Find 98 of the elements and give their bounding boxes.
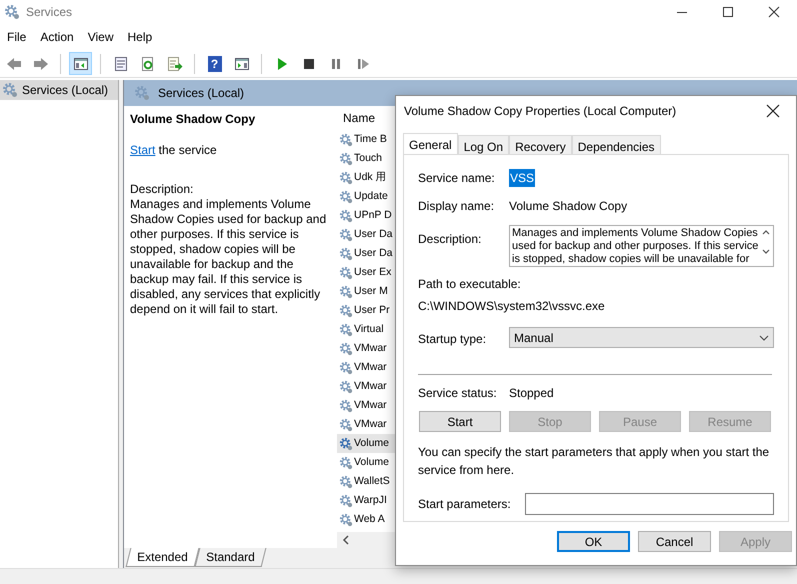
gear-icon (134, 85, 150, 101)
service-row[interactable]: Update (337, 187, 398, 206)
refresh-icon (140, 56, 156, 72)
window-title: Services (26, 4, 72, 21)
dialog-tab[interactable]: Log On (458, 135, 510, 154)
gear-icon (339, 132, 353, 146)
startup-type-dropdown[interactable]: Manual (509, 327, 774, 348)
service-row[interactable]: Time B (337, 130, 398, 149)
gear-icon (339, 152, 353, 166)
service-row[interactable]: Web A (337, 510, 398, 529)
gear-icon (339, 360, 353, 374)
export-list-icon (166, 56, 182, 72)
gear-icon (339, 436, 353, 450)
service-row[interactable]: Touch (337, 149, 398, 168)
menu-item[interactable]: File (0, 26, 34, 48)
gear-icon (339, 284, 353, 298)
display-name-value: Volume Shadow Copy (509, 198, 628, 215)
path-value: C:\WINDOWS\system32\vssvc.exe (418, 298, 606, 315)
dialog-button[interactable]: OK (557, 531, 630, 552)
action-sentence: Start the service (130, 143, 218, 158)
close-icon (766, 104, 780, 118)
help-button[interactable]: ? (203, 52, 226, 75)
field-label: Service status: (418, 385, 498, 402)
view-tab[interactable]: Extended (126, 548, 200, 567)
service-row[interactable]: WalletS (337, 472, 398, 491)
gear-icon (339, 380, 353, 394)
service-row[interactable]: Udk 用 (337, 168, 398, 187)
gear-icon (339, 170, 353, 184)
gear-icon (339, 304, 353, 318)
field-label: Service name: (418, 170, 496, 187)
service-row[interactable]: Volume (337, 434, 398, 453)
description-box[interactable]: Manages and implements Volume Shadow Copies used for backup and other purposes. If this service is stopped, shadow copies will be unavailable for (509, 225, 774, 267)
service-name-value[interactable]: VSS (509, 169, 536, 187)
pane-window-icon (72, 56, 88, 72)
description-label: Description: (130, 182, 194, 197)
service-row[interactable]: VMwar (337, 358, 398, 377)
menu-item[interactable]: View (80, 26, 120, 48)
field-label: Startup type: (418, 331, 488, 348)
description-text: Manages and implements Volume Shadow Copies used for backup and other purposes. If this service is stopped, shadow copies will be unavailable for backup and the backup may fail. If this service is disabled, any services that explicitly depend on it will fail to start. (130, 197, 328, 317)
back-arrow-icon (6, 56, 22, 72)
service-row[interactable]: VMwar (337, 377, 398, 396)
service-row[interactable]: Volume (337, 453, 398, 472)
gear-icon (339, 228, 353, 242)
service-row[interactable]: User M (337, 282, 398, 301)
service-row[interactable]: VMwar (337, 339, 398, 358)
path-label: Path to executable: (418, 276, 522, 293)
gear-icon (339, 418, 353, 432)
service-row[interactable]: VMwar (337, 396, 398, 415)
forward-arrow-icon (32, 56, 48, 72)
console-tree-button[interactable] (69, 52, 92, 75)
service-status-value: Stopped (509, 385, 554, 402)
service-control-button[interactable]: Start (419, 411, 501, 432)
service-row[interactable]: Virtual (337, 320, 398, 339)
view-tab[interactable]: Standard (194, 548, 266, 567)
service-title: Volume Shadow Copy (130, 112, 256, 127)
maximize-icon (722, 6, 734, 18)
pane-window-icon (234, 56, 250, 72)
gear-icon (339, 474, 353, 488)
gear-icon (339, 342, 353, 356)
chevron-down-icon (759, 334, 769, 340)
gear-icon (339, 266, 353, 280)
gear-icon (339, 246, 353, 260)
gear-icon (339, 398, 353, 412)
service-row[interactable]: VMwar (337, 415, 398, 434)
service-row[interactable]: User Da (337, 244, 398, 263)
field-label: Description: (418, 231, 482, 248)
menu-item[interactable]: Help (120, 26, 160, 48)
service-row[interactable]: User Ex (337, 263, 398, 282)
dialog-tab[interactable]: General (403, 133, 458, 154)
gear-icon (2, 82, 18, 98)
service-row[interactable]: WarpJI (337, 491, 398, 510)
dialog-button[interactable]: Cancel (638, 531, 711, 552)
pane-header-title: Services (Local) (158, 85, 244, 102)
start-link[interactable]: Start (130, 143, 156, 157)
gear-icon (339, 512, 353, 526)
field-label: Start parameters: (418, 496, 511, 513)
close-icon (768, 6, 780, 18)
dialog-tab[interactable]: Dependencies (572, 135, 660, 154)
service-row[interactable]: User Pr (337, 301, 398, 320)
gear-icon (339, 494, 353, 508)
chevron-left-icon (341, 535, 351, 545)
properties-icon (112, 56, 128, 72)
tree-item[interactable]: Services (Local) (0, 80, 118, 100)
hint-text: You can specify the start parameters that apply when you start the service from here. (418, 444, 770, 479)
gear-icon (339, 456, 353, 470)
dialog-title: Volume Shadow Copy Properties (Local Computer) (404, 103, 676, 120)
horizontal-scrollbar[interactable] (337, 532, 398, 548)
service-row[interactable]: User Da (337, 225, 398, 244)
gear-icon (339, 190, 353, 204)
column-header[interactable]: Name (343, 109, 376, 127)
gear-icon (339, 208, 353, 222)
gear-icon (4, 4, 20, 20)
service-row[interactable]: UPnP D (337, 206, 398, 225)
menu-item[interactable]: Action (33, 26, 81, 48)
field-label: Display name: (418, 198, 496, 215)
start-parameters-field[interactable] (525, 493, 774, 515)
gear-icon (339, 322, 353, 336)
dialog-tab[interactable]: Recovery (509, 135, 572, 154)
